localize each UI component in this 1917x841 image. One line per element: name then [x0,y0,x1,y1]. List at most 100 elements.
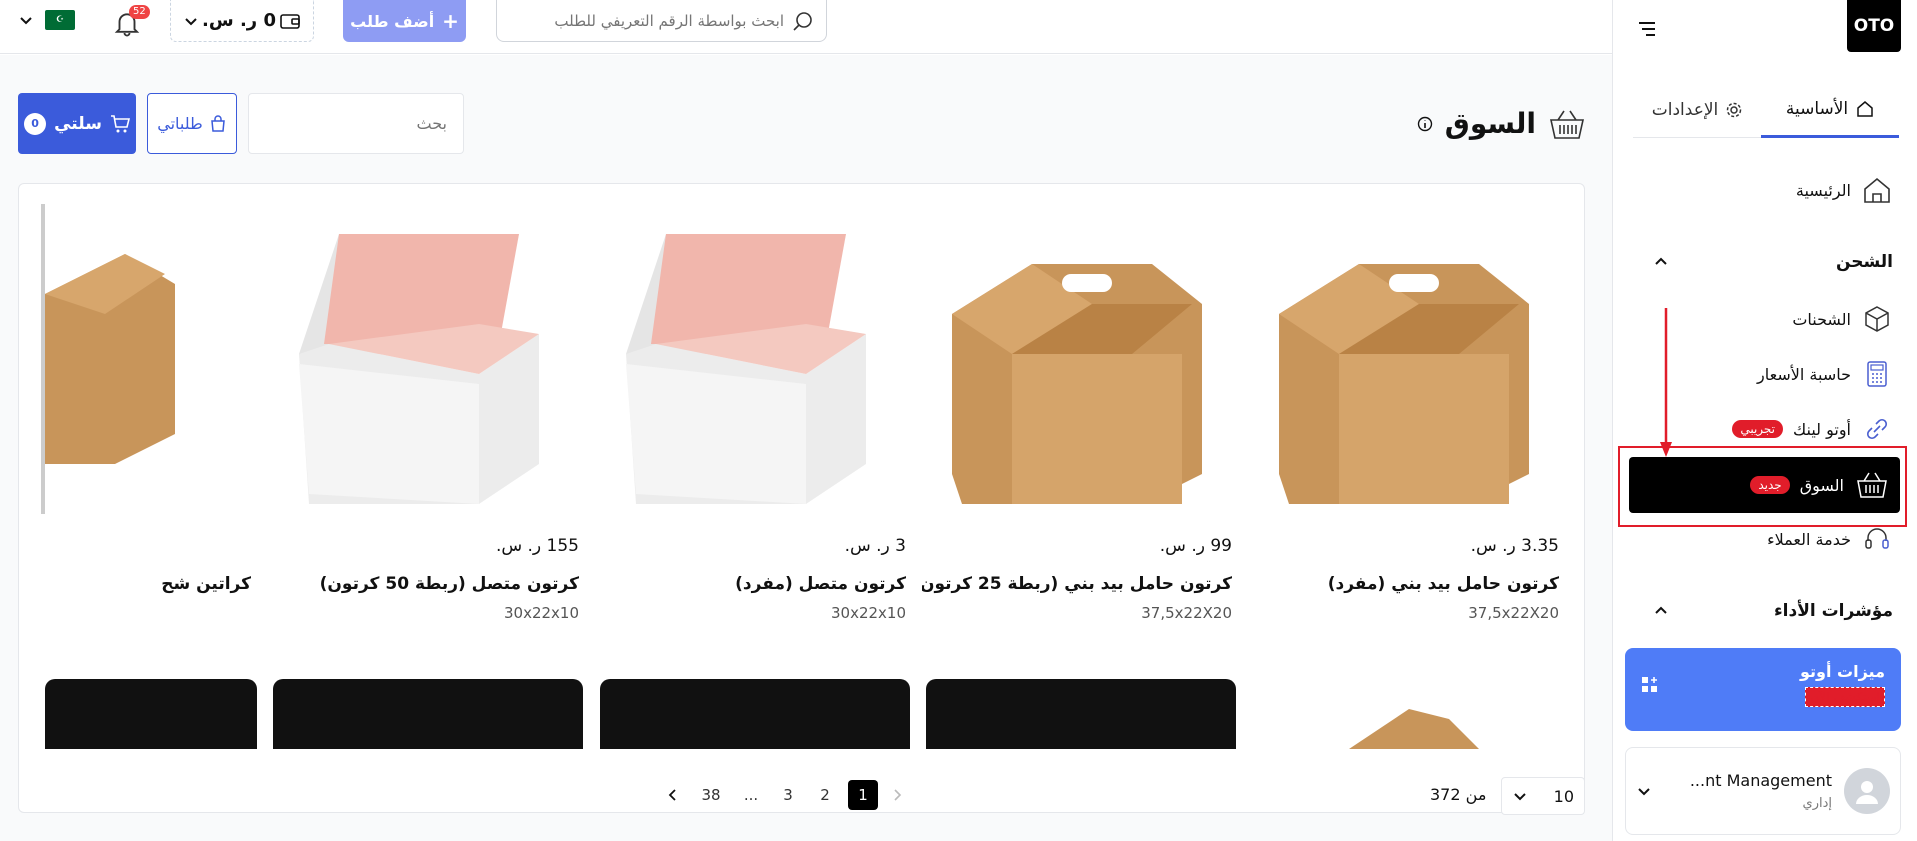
sidebar-item-autolink[interactable]: أوتو لينك تجريبي [1732,409,1893,449]
user-name: nt Management... [1689,771,1832,790]
sidebar-item-shipments[interactable]: الشحنات [1792,299,1893,339]
chevron-down-icon [1636,783,1652,799]
page-2[interactable]: 2 [810,780,840,810]
kpi-section-header[interactable]: مؤشرات الأداء [1653,601,1893,621]
flag-emblem: ☪ [55,15,65,25]
product-image [1249,204,1559,522]
next-page-icon[interactable] [658,780,688,810]
user-role: إداري [1802,796,1832,811]
sidebar-item-label: حاسبة الأسعار [1757,364,1851,384]
tab-settings-label: الإعدادات [1651,99,1719,120]
section-title: الشحن [1835,252,1893,272]
main-content: السوق طلباتي سلتي 0 3.35 ر. س. كرتون حام… [0,55,1612,841]
total-count: من 372 [1430,785,1487,804]
top-bar: ☪ 52 0 ر. س. + أضف طلب [0,0,1612,54]
product-dimensions: 30x22x10 [503,604,579,622]
product-search-input[interactable] [265,114,447,133]
search-icon [792,10,814,32]
my-orders-label: طلباتي [157,114,203,133]
per-page-value: 10 [1553,786,1574,806]
add-order-label: أضف طلب [350,11,435,31]
product-card[interactable]: كراتين شح [41,204,251,604]
order-search-box[interactable] [496,0,827,42]
product-image [922,204,1232,522]
oto-logo[interactable]: OTO [1847,0,1901,52]
product-card[interactable]: 3.35 ر. س. كرتون حامل بيد بني (مفرد) 37,… [1249,204,1559,622]
product-name: كرتون متصل (ربطة 50 كرتون) [319,574,579,594]
order-search-input[interactable] [509,11,784,30]
cart-icon [110,114,130,134]
sidebar-item-label: الرئيسية [1795,180,1851,200]
calculator-icon [1861,358,1893,390]
product-price [41,536,251,562]
new-tag: جديد [1750,476,1790,494]
saudi-flag-icon[interactable]: ☪ [45,10,75,30]
product-dimensions: 30x22x10 [830,604,906,622]
product-grid: 3.35 ر. س. كرتون حامل بيد بني (مفرد) 37,… [18,183,1585,813]
chevron-up-icon [1653,254,1669,270]
user-account-card[interactable]: nt Management... إداري [1625,747,1901,835]
add-order-button[interactable]: + أضف طلب [343,0,466,42]
product-name: كرتون حامل بيد بني (مفرد) [1327,574,1559,594]
wallet-balance[interactable]: 0 ر. س. [170,0,314,42]
shopping-bag-icon [209,114,227,133]
my-orders-button[interactable]: طلباتي [147,93,237,154]
gear-icon [1726,102,1742,118]
page-title: السوق [1417,107,1586,140]
wallet-icon [279,11,301,31]
product-price: 99 ر. س. [1159,536,1232,556]
product-price: 3 ر. س. [844,536,906,556]
sidebar-item-label: أوتو لينك [1793,419,1851,439]
product-card[interactable]: 99 ر. س. كرتون حامل بيد بني (ربطة 25 كرت… [922,204,1232,622]
product-card-partial[interactable] [600,679,910,749]
beta-tag: تجريبي [1732,420,1783,438]
cart-label: سلتي [54,113,102,134]
apps-icon [1641,676,1659,694]
sidebar-item-souq[interactable]: السوق جديد [1629,457,1900,513]
menu-toggle-icon[interactable] [1637,20,1659,40]
sidebar-item-label: الشحنات [1792,309,1851,329]
page-ellipsis: ... [743,786,759,804]
product-image [41,204,251,522]
product-card-partial[interactable] [273,679,583,749]
language-dropdown-chevron-icon[interactable] [18,12,38,28]
tab-settings[interactable]: الإعدادات [1633,82,1761,138]
sidebar-item-label: السوق [1799,475,1844,495]
basket-icon [1548,108,1586,140]
avatar [1844,768,1890,814]
sidebar-item-support[interactable]: خدمة العملاء [1767,519,1893,559]
page-1[interactable]: 1 [848,780,878,810]
page-title-text: السوق [1444,107,1536,140]
home-icon [1856,100,1874,118]
chevron-down-icon [1512,788,1528,804]
sidebar-item-calculator[interactable]: حاسبة الأسعار [1757,354,1893,394]
product-card-partial[interactable] [926,679,1236,749]
promo-subtitle-redacted: استكشف الآن [1805,687,1885,707]
product-search-box[interactable] [248,93,464,154]
product-card[interactable]: 155 ر. س. كرتون متصل (ربطة 50 كرتون) 30x… [269,204,579,622]
product-card-partial[interactable] [1339,689,1489,749]
tab-main-label: الأساسية [1785,98,1849,119]
shipping-section-header[interactable]: الشحن [1653,252,1893,272]
page-3[interactable]: 3 [773,780,803,810]
oto-features-card[interactable]: ميزات أوتو استكشف الآن [1625,648,1901,731]
per-page-select[interactable]: 10 [1501,777,1585,815]
cart-button[interactable]: سلتي 0 [18,93,136,154]
product-card-partial[interactable] [45,679,257,749]
cart-count-badge: 0 [24,112,47,135]
package-icon [1861,303,1893,335]
product-card[interactable]: 3 ر. س. كرتون متصل (مفرد) 30x22x10 [596,204,906,622]
info-icon[interactable] [1417,116,1433,132]
product-name: كراتين شح [161,574,251,594]
tab-main[interactable]: الأساسية [1761,82,1899,138]
page-38[interactable]: 38 [696,780,726,810]
sidebar-item-home[interactable]: الرئيسية [1796,170,1893,210]
notifications-count-badge: 52 [129,5,150,19]
link-icon [1861,413,1893,445]
product-image [269,204,579,522]
product-price: 3.35 ر. س. [1470,536,1559,556]
product-dimensions: 37,5x22X20 [1468,604,1559,622]
prev-page-icon[interactable] [882,780,912,810]
sidebar: OTO الأساسية الإعدادات الرئيسية الشحن ال… [1612,0,1917,841]
section-title: مؤشرات الأداء [1773,601,1893,621]
